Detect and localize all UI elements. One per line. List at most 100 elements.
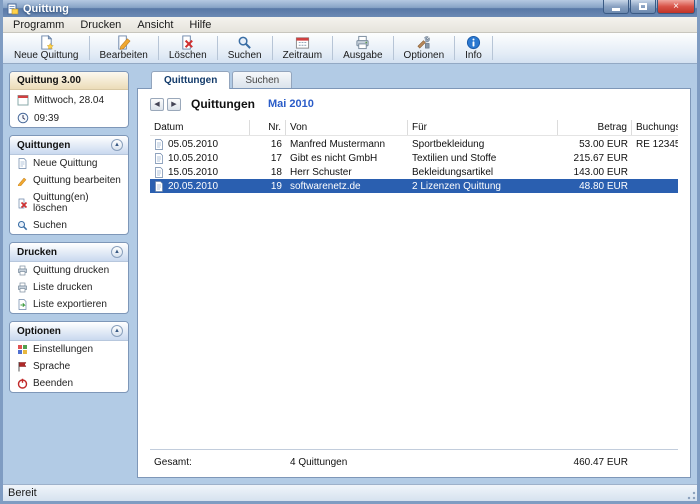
section-title: Quittungen [17, 140, 70, 151]
cell-nr: 17 [250, 151, 286, 165]
section-title: Drucken [17, 247, 57, 258]
status-text: Bereit [8, 487, 37, 499]
collapse-button[interactable]: ▲ [111, 246, 123, 258]
sidebar-item-print-list[interactable]: Liste drucken [10, 279, 128, 296]
sidebar-item-delete-receipt[interactable]: Quittung(en) löschen [10, 189, 128, 217]
output-label: Ausgabe [343, 50, 382, 61]
tab-suchen[interactable]: Suchen [232, 71, 292, 88]
info-panel: Quittung 3.00 Mittwoch, 28.04 09:39 [9, 71, 129, 128]
maximize-button[interactable] [630, 0, 656, 14]
cell-betrag: 143.00 EUR [558, 165, 632, 179]
tab-bar: Quittungen Suchen [151, 71, 691, 88]
sidebar-item-settings[interactable]: Einstellungen [10, 341, 128, 358]
cell-datum: 05.05.2010 [168, 139, 218, 150]
col-buchungsv[interactable]: Buchungsv. [632, 120, 678, 135]
menu-hilfe[interactable]: Hilfe [181, 18, 219, 32]
cell-buchungsv [632, 151, 678, 165]
toolbar-separator [492, 36, 493, 60]
minimize-button[interactable] [603, 0, 629, 14]
new-receipt-button[interactable]: Neue Quittung [5, 33, 88, 63]
cell-nr: 18 [250, 165, 286, 179]
col-betrag[interactable]: Betrag [558, 120, 632, 135]
section-header-optionen[interactable]: Optionen ▲ [10, 322, 128, 341]
period-button[interactable]: Zeitraum [274, 33, 331, 63]
main-area: Quittungen Suchen ◀ ▶ Quittungen Mai 201… [137, 71, 691, 478]
table-row[interactable]: 05.05.2010 16 Manfred Mustermann Sportbe… [150, 137, 678, 151]
period-label: Zeitraum [283, 50, 322, 61]
sidebar-item-new-receipt[interactable]: Neue Quittung [10, 155, 128, 172]
table-row[interactable]: 15.05.2010 18 Herr Schuster Bekleidungsa… [150, 165, 678, 179]
print-panel: Drucken ▲ Quittung drucken Liste drucken… [9, 242, 129, 314]
item-label: Suchen [33, 220, 67, 231]
edit-button[interactable]: Bearbeiten [91, 33, 157, 63]
total-label: Gesamt: [150, 457, 250, 468]
calendar-icon [295, 35, 310, 50]
output-button[interactable]: Ausgabe [334, 33, 391, 63]
prev-month-button[interactable]: ◀ [150, 98, 164, 111]
sidebar-item-export-list[interactable]: Liste exportieren [10, 296, 128, 313]
receipt-icon [154, 153, 164, 164]
table-header: Datum Nr. Von Für Betrag Buchungsv. [150, 120, 678, 136]
close-button[interactable]: × [657, 0, 695, 14]
search-button[interactable]: Suchen [219, 33, 271, 63]
cell-betrag: 48.80 EUR [558, 179, 632, 193]
delete-button[interactable]: Löschen [160, 33, 216, 63]
tab-quittungen[interactable]: Quittungen [151, 71, 230, 89]
period-link[interactable]: Mai 2010 [268, 98, 314, 110]
sidebar-item-print-receipt[interactable]: Quittung drucken [10, 262, 128, 279]
item-label: Beenden [33, 378, 73, 389]
collapse-button[interactable]: ▲ [111, 139, 123, 151]
cell-betrag: 53.00 EUR [558, 137, 632, 151]
options-label: Optionen [404, 50, 445, 61]
minimize-icon [612, 8, 620, 11]
item-label: Sprache [33, 361, 70, 372]
options-panel: Optionen ▲ Einstellungen Sprache Beenden [9, 321, 129, 393]
item-label: Liste exportieren [33, 299, 107, 310]
app-window: Quittung × Programm Drucken Ansicht Hilf… [0, 0, 700, 504]
col-nr[interactable]: Nr. [250, 120, 286, 135]
menu-programm[interactable]: Programm [5, 18, 72, 32]
cell-datum: 15.05.2010 [168, 167, 218, 178]
sidebar-item-language[interactable]: Sprache [10, 358, 128, 375]
section-header-quittungen[interactable]: Quittungen ▲ [10, 136, 128, 155]
clock-icon [17, 112, 29, 124]
next-month-button[interactable]: ▶ [167, 98, 181, 111]
new-document-icon [17, 158, 28, 169]
delete-icon [17, 198, 28, 209]
printer-icon [355, 35, 370, 50]
col-von[interactable]: Von [286, 120, 408, 135]
table-body: 05.05.2010 16 Manfred Mustermann Sportbe… [150, 137, 678, 193]
resize-grip[interactable] [684, 488, 696, 500]
delete-label: Löschen [169, 50, 207, 61]
current-time: 09:39 [10, 108, 128, 127]
calendar-page-icon [17, 94, 29, 106]
toolbar-separator [158, 36, 159, 60]
col-fuer[interactable]: Für [408, 120, 558, 135]
item-label: Neue Quittung [33, 158, 98, 169]
menu-drucken[interactable]: Drucken [72, 18, 129, 32]
sidebar-item-search[interactable]: Suchen [10, 217, 128, 234]
total-amount: 460.47 EUR [558, 457, 632, 468]
receipts-panel: Quittungen ▲ Neue Quittung Quittung bear… [9, 135, 129, 235]
col-datum[interactable]: Datum [150, 120, 250, 135]
tools-icon [416, 35, 431, 50]
window-title: Quittung [23, 3, 69, 15]
sidebar-item-exit[interactable]: Beenden [10, 375, 128, 392]
collapse-button[interactable]: ▲ [111, 325, 123, 337]
cell-datum: 10.05.2010 [168, 153, 218, 164]
info-button[interactable]: Info [456, 33, 491, 63]
menu-ansicht[interactable]: Ansicht [129, 18, 181, 32]
power-icon [17, 378, 28, 389]
app-icon [7, 3, 19, 15]
options-button[interactable]: Optionen [395, 33, 454, 63]
sidebar-item-edit-receipt[interactable]: Quittung bearbeiten [10, 172, 128, 189]
cell-fuer: Textilien und Stoffe [408, 151, 558, 165]
cell-von: Gibt es nicht GmbH [286, 151, 408, 165]
cell-von: softwarenetz.de [286, 179, 408, 193]
table-row-selected[interactable]: 20.05.2010 19 softwarenetz.de 2 Lizenzen… [150, 179, 678, 193]
info-icon [466, 35, 481, 50]
section-header-drucken[interactable]: Drucken ▲ [10, 243, 128, 262]
table-row[interactable]: 10.05.2010 17 Gibt es nicht GmbH Textili… [150, 151, 678, 165]
new-document-icon [39, 35, 54, 50]
page-title: Quittungen [191, 97, 255, 111]
